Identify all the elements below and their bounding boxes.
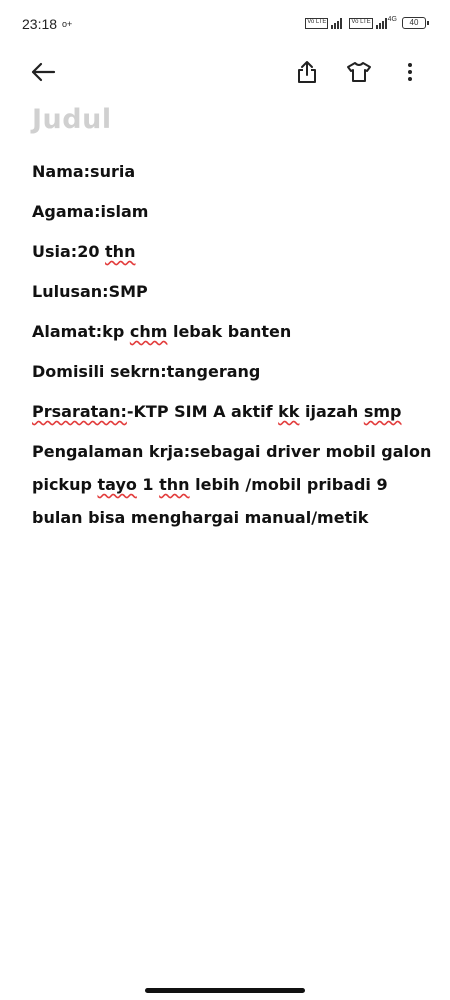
theme-button[interactable] <box>343 56 375 88</box>
misspelled-word[interactable]: Prsaratan: <box>32 402 127 421</box>
back-button[interactable] <box>27 56 59 88</box>
share-icon <box>298 61 316 83</box>
note-title-input[interactable]: Judul <box>32 104 432 135</box>
share-button[interactable] <box>291 56 323 88</box>
note-line[interactable]: Lulusan:SMP <box>32 275 432 308</box>
misspelled-word[interactable]: tayo <box>97 475 136 494</box>
misspelled-word[interactable]: chm <box>130 322 168 341</box>
volte-icon-2: Vo LTE <box>349 17 373 29</box>
signal-icon <box>331 17 343 29</box>
network-type: 4G <box>387 15 397 23</box>
shirt-icon <box>347 62 371 82</box>
status-indicators: Vo LTE Vo LTE 4G 40 <box>305 15 429 29</box>
note-line[interactable]: Nama:suria <box>32 155 432 188</box>
more-vert-icon <box>408 63 412 81</box>
note-text: Alamat:kp <box>32 322 130 341</box>
volte-icon: Vo LTE <box>305 17 329 29</box>
note-editor[interactable]: Judul Nama:suria Agama:islam Usia:20 thn… <box>32 104 432 534</box>
note-text: 1 <box>136 475 160 494</box>
arrow-left-icon <box>31 62 56 82</box>
misspelled-word[interactable]: smp <box>364 402 402 421</box>
note-text: ijazah <box>299 402 364 421</box>
notification-icon: o+ <box>62 19 73 29</box>
misspelled-word[interactable]: kk <box>278 402 299 421</box>
toolbar <box>0 50 450 94</box>
note-text: lebak banten <box>167 322 292 341</box>
misspelled-word[interactable]: thn <box>105 242 135 261</box>
status-time: 23:18 <box>22 16 58 32</box>
note-line[interactable]: Alamat:kp chm lebak banten <box>32 315 432 348</box>
note-paragraph[interactable]: Pengalaman krja:sebagai driver mobil gal… <box>32 435 432 534</box>
battery-icon: 40 <box>402 17 429 29</box>
note-text: Usia:20 <box>32 242 106 261</box>
note-line[interactable]: Domisili sekrn:tangerang <box>32 355 432 388</box>
note-line[interactable]: Usia:20 thn <box>32 235 432 268</box>
misspelled-word[interactable]: thn <box>159 475 189 494</box>
note-line[interactable]: Agama:islam <box>32 195 432 228</box>
home-indicator[interactable] <box>145 988 305 993</box>
signal-icon-2 <box>375 17 387 29</box>
more-button[interactable] <box>394 56 426 88</box>
note-text: -KTP SIM A aktif <box>126 402 279 421</box>
note-line[interactable]: Prsaratan:-KTP SIM A aktif kk ijazah smp <box>32 395 432 428</box>
status-bar: 23:18 o+ Vo LTE Vo LTE 4G 40 <box>0 0 450 48</box>
